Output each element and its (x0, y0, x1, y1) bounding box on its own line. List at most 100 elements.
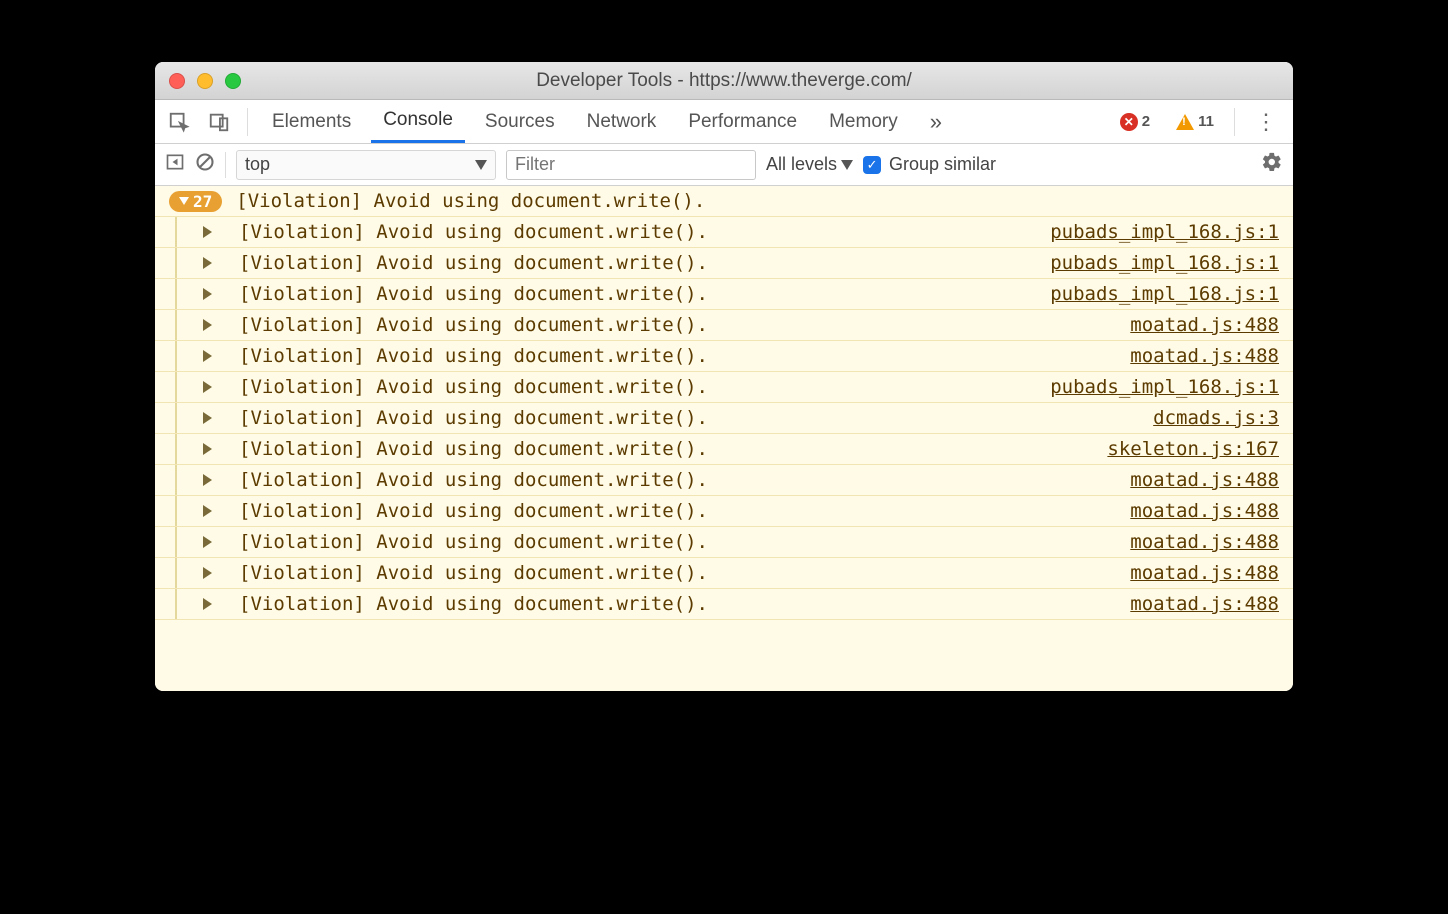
row-message: [Violation] Avoid using document.write()… (215, 345, 1130, 367)
expand-icon[interactable] (203, 598, 212, 610)
source-link[interactable]: moatad.js:488 (1130, 562, 1279, 584)
row-message: [Violation] Avoid using document.write()… (215, 531, 1130, 553)
row-message: [Violation] Avoid using document.write()… (215, 500, 1130, 522)
separator (247, 108, 248, 136)
console-group-header[interactable]: 27 [Violation] Avoid using document.writ… (155, 186, 1293, 217)
source-link[interactable]: pubads_impl_168.js:1 (1050, 252, 1279, 274)
error-count-value: 2 (1142, 113, 1150, 130)
expand-icon[interactable] (203, 288, 212, 300)
group-gutter (175, 589, 177, 619)
tab-performance[interactable]: Performance (676, 100, 809, 143)
filter-input[interactable] (506, 150, 756, 180)
source-link[interactable]: pubads_impl_168.js:1 (1050, 376, 1279, 398)
group-count-badge: 27 (169, 191, 222, 212)
console-row[interactable]: [Violation] Avoid using document.write()… (155, 279, 1293, 310)
source-link[interactable]: pubads_impl_168.js:1 (1050, 221, 1279, 243)
source-link[interactable]: moatad.js:488 (1130, 314, 1279, 336)
tabs-overflow[interactable]: » (918, 100, 954, 143)
console-row[interactable]: [Violation] Avoid using document.write()… (155, 589, 1293, 620)
warning-count-value: 11 (1198, 113, 1214, 130)
console-row[interactable]: [Violation] Avoid using document.write()… (155, 496, 1293, 527)
row-message: [Violation] Avoid using document.write()… (215, 407, 1153, 429)
source-link[interactable]: moatad.js:488 (1130, 593, 1279, 615)
row-message: [Violation] Avoid using document.write()… (215, 252, 1050, 274)
error-count[interactable]: ✕ 2 (1120, 113, 1150, 131)
context-selector[interactable]: top (236, 150, 496, 180)
console-row[interactable]: [Violation] Avoid using document.write()… (155, 558, 1293, 589)
expand-icon[interactable] (203, 474, 212, 486)
levels-label: All levels (766, 154, 837, 175)
expand-icon[interactable] (203, 319, 212, 331)
chevron-down-icon (841, 160, 853, 170)
group-gutter (175, 527, 177, 557)
warning-icon (1176, 114, 1194, 130)
row-message: [Violation] Avoid using document.write()… (215, 593, 1130, 615)
context-value: top (245, 154, 270, 175)
console-row[interactable]: [Violation] Avoid using document.write()… (155, 434, 1293, 465)
row-message: [Violation] Avoid using document.write()… (215, 314, 1130, 336)
clear-console-icon[interactable] (195, 152, 215, 177)
console-row[interactable]: [Violation] Avoid using document.write()… (155, 403, 1293, 434)
source-link[interactable]: pubads_impl_168.js:1 (1050, 283, 1279, 305)
source-link[interactable]: moatad.js:488 (1130, 345, 1279, 367)
expand-icon[interactable] (203, 350, 212, 362)
group-similar-toggle[interactable]: ✓ Group similar (863, 154, 996, 175)
separator (225, 152, 226, 178)
window-title: Developer Tools - https://www.theverge.c… (155, 70, 1293, 92)
group-gutter (175, 403, 177, 433)
console-row[interactable]: [Violation] Avoid using document.write()… (155, 217, 1293, 248)
expand-icon[interactable] (203, 381, 212, 393)
row-message: [Violation] Avoid using document.write()… (215, 283, 1050, 305)
source-link[interactable]: skeleton.js:167 (1107, 438, 1279, 460)
console-row[interactable]: [Violation] Avoid using document.write()… (155, 465, 1293, 496)
expand-icon[interactable] (203, 257, 212, 269)
expand-icon[interactable] (203, 443, 212, 455)
tab-memory[interactable]: Memory (817, 100, 910, 143)
row-message: [Violation] Avoid using document.write()… (215, 562, 1130, 584)
expand-icon[interactable] (203, 412, 212, 424)
expand-icon[interactable] (203, 536, 212, 548)
group-gutter (175, 248, 177, 278)
tab-elements[interactable]: Elements (260, 100, 363, 143)
group-gutter (175, 279, 177, 309)
log-levels[interactable]: All levels (766, 154, 853, 175)
inspect-icon[interactable] (163, 106, 195, 138)
group-gutter (175, 341, 177, 371)
group-message: [Violation] Avoid using document.write()… (236, 190, 705, 212)
expand-icon[interactable] (203, 567, 212, 579)
expand-icon[interactable] (203, 505, 212, 517)
console-row[interactable]: [Violation] Avoid using document.write()… (155, 372, 1293, 403)
group-gutter (175, 434, 177, 464)
console-row[interactable]: [Violation] Avoid using document.write()… (155, 248, 1293, 279)
group-similar-label: Group similar (889, 154, 996, 175)
kebab-menu-icon[interactable]: ⋮ (1247, 109, 1285, 135)
console-row[interactable]: [Violation] Avoid using document.write()… (155, 341, 1293, 372)
device-toggle-icon[interactable] (203, 106, 235, 138)
console-output: 27 [Violation] Avoid using document.writ… (155, 186, 1293, 691)
source-link[interactable]: moatad.js:488 (1130, 500, 1279, 522)
tabbar: Elements Console Sources Network Perform… (155, 100, 1293, 144)
source-link[interactable]: moatad.js:488 (1130, 469, 1279, 491)
checkbox-checked-icon: ✓ (863, 156, 881, 174)
row-message: [Violation] Avoid using document.write()… (215, 438, 1107, 460)
group-gutter (175, 465, 177, 495)
chevron-down-icon (475, 160, 487, 170)
group-gutter (175, 217, 177, 247)
tab-console[interactable]: Console (371, 100, 465, 143)
tab-sources[interactable]: Sources (473, 100, 567, 143)
source-link[interactable]: dcmads.js:3 (1153, 407, 1279, 429)
console-row[interactable]: [Violation] Avoid using document.write()… (155, 310, 1293, 341)
tab-network[interactable]: Network (575, 100, 669, 143)
devtools-window: Developer Tools - https://www.theverge.c… (155, 62, 1293, 691)
row-message: [Violation] Avoid using document.write()… (215, 221, 1050, 243)
warning-count[interactable]: 11 (1176, 113, 1214, 130)
source-link[interactable]: moatad.js:488 (1130, 531, 1279, 553)
group-gutter (175, 558, 177, 588)
error-icon: ✕ (1120, 113, 1138, 131)
chevron-down-icon (179, 197, 189, 205)
console-row[interactable]: [Violation] Avoid using document.write()… (155, 527, 1293, 558)
show-console-sidebar-icon[interactable] (165, 152, 185, 177)
settings-icon[interactable] (1261, 151, 1283, 179)
expand-icon[interactable] (203, 226, 212, 238)
row-message: [Violation] Avoid using document.write()… (215, 469, 1130, 491)
